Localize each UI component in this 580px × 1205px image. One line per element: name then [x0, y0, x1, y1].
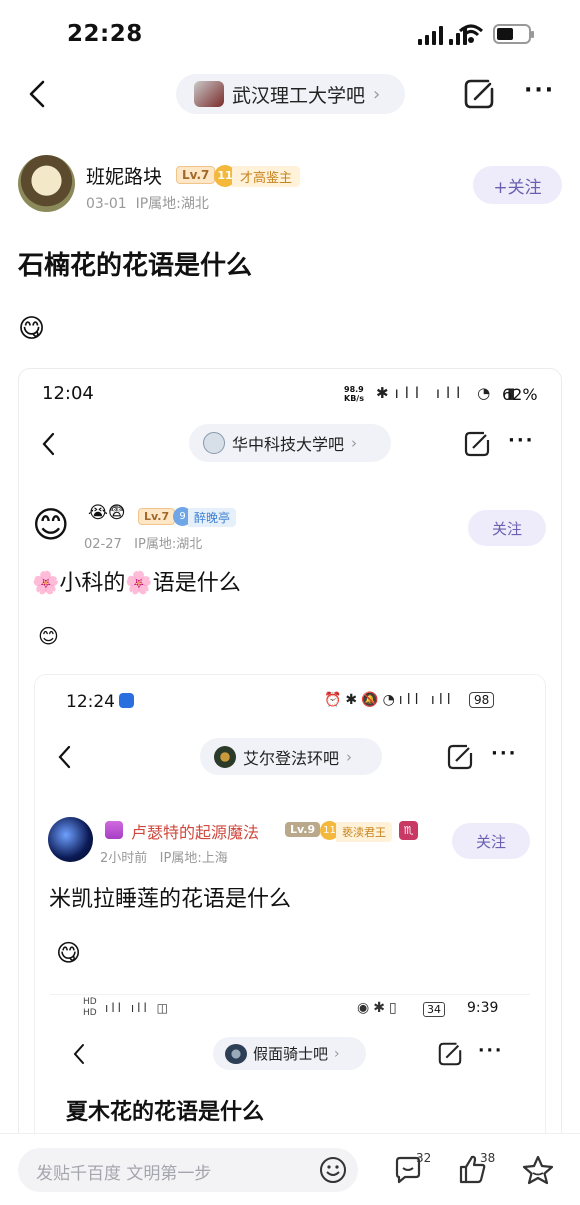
- inner2-meta: 2小时前 IP属地:上海: [100, 851, 228, 866]
- inner3-status-icons: ◉✱▯: [357, 1000, 401, 1016]
- inner2-app-icon: [119, 693, 134, 708]
- inner2-author-name: 卢瑟特的起源魔法: [131, 823, 260, 842]
- inner2-vip-icon: [105, 821, 123, 839]
- comment-count: 32: [416, 1151, 432, 1165]
- inner2-follow-button: 关注: [452, 823, 530, 859]
- inner2-emoji: 😋: [56, 939, 82, 967]
- inner2-more-icon: ···: [491, 743, 518, 764]
- star-favorite-icon[interactable]: [522, 1155, 554, 1185]
- inner2-chevron-icon: ›: [346, 747, 353, 766]
- inner2-time: 12:24: [66, 692, 115, 712]
- inner2-level-badge: Lv.9: [285, 822, 321, 837]
- inner3-battery: 34: [423, 1002, 445, 1017]
- author-name[interactable]: 班妮路块: [86, 162, 162, 189]
- inner2-avatar: [48, 817, 93, 862]
- inner2-back-icon: [58, 745, 71, 769]
- inner1-time: 12:04: [42, 383, 94, 404]
- level-badge: Lv.7: [176, 166, 216, 184]
- inner2-battery: 98: [469, 692, 495, 708]
- inner1-share-icon: [464, 431, 490, 457]
- inner3-forum-pill: 假面骑士吧 ›: [213, 1037, 366, 1070]
- inner1-avatar: 😊: [32, 505, 70, 546]
- forum-name: 武汉理工大学吧: [232, 84, 366, 107]
- inner1-forum-name: 华中科技大学吧: [232, 435, 345, 454]
- inner1-net-speed: 98.9 KB/s: [344, 385, 364, 403]
- inner1-author-emojis: 😭😨: [88, 503, 126, 523]
- inner3-share-icon: [438, 1042, 462, 1066]
- inner3-more-icon: ···: [478, 1041, 504, 1061]
- inner2-medal-label: 亵渎君王: [336, 822, 392, 842]
- inner3-forum-logo-icon: [225, 1043, 247, 1064]
- status-bar: 22:28: [0, 0, 580, 66]
- follow-button[interactable]: +关注: [473, 166, 562, 204]
- inner2-status-icons: ⏰✱🔕◔ıll ıll: [324, 692, 455, 708]
- post-emoji: 😋: [18, 314, 46, 344]
- inner1-title: 🌸小科的🌸语是什么: [32, 571, 241, 596]
- inner2-forum-pill: 艾尔登法环吧 ›: [200, 738, 382, 775]
- forum-pill[interactable]: 武汉理工大学吧 ›: [176, 74, 405, 114]
- post-meta: 03-01 IP属地:湖北: [86, 196, 209, 212]
- more-icon[interactable]: ···: [524, 78, 555, 103]
- inner1-more-icon: ···: [508, 430, 535, 451]
- battery-icon: [493, 24, 534, 44]
- inner3-forum-name: 假面骑士吧: [253, 1045, 329, 1063]
- inner3-title: 夏木花的花语是什么: [66, 1100, 265, 1125]
- inner1-forum-pill: 华中科技大学吧 ›: [189, 424, 391, 462]
- chevron-right-icon: ›: [373, 83, 381, 105]
- inner2-forum-name: 艾尔登法环吧: [243, 748, 340, 768]
- inner1-back-icon: [42, 432, 55, 456]
- medal-label: 才高鉴主: [232, 166, 301, 187]
- inner1-follow-button: 关注: [468, 510, 546, 546]
- wifi-icon: [458, 24, 484, 43]
- inner1-level-badge: Lv.7: [138, 508, 176, 525]
- avatar[interactable]: [18, 155, 75, 212]
- inner1-status-icons: ✱ıll ıll ◔ ▮: [376, 384, 522, 402]
- inner2-share-icon: [447, 744, 473, 770]
- inner1-forum-logo-icon: [203, 432, 225, 454]
- inner3-chevron-icon: ›: [334, 1045, 340, 1062]
- forum-logo-icon: [194, 81, 224, 107]
- post-title: 石楠花的花语是什么: [18, 251, 253, 281]
- back-icon[interactable]: [28, 80, 46, 108]
- inner1-battery: 62%: [502, 385, 538, 404]
- comment-placeholder: 发贴千百度 文明第一步: [36, 1164, 212, 1184]
- inner1-meta: 02-27 IP属地:湖北: [84, 537, 203, 552]
- like-count: 38: [480, 1151, 496, 1165]
- inner1-medal-label: 醉晚亭: [188, 508, 237, 527]
- inner3-back-icon: [73, 1044, 84, 1064]
- share-edit-icon[interactable]: [463, 77, 497, 109]
- inner1-emoji: 😊: [38, 624, 59, 648]
- inner1-chevron-icon: ›: [351, 434, 358, 452]
- emoji-icon[interactable]: [319, 1156, 347, 1184]
- inner2-forum-logo-icon: [214, 745, 236, 768]
- inner2-extra-badge-icon: ♏: [399, 821, 418, 840]
- status-time: 22:28: [67, 21, 143, 47]
- inner3-time: 9:39: [467, 1000, 499, 1016]
- inner3-hd-icon: HD HD: [83, 997, 97, 1018]
- inner2-title: 米凯拉睡莲的花语是什么: [49, 887, 292, 912]
- comment-input[interactable]: 发贴千百度 文明第一步: [18, 1148, 358, 1192]
- inner3-signal-icons: ıll ıll ◫: [105, 1001, 171, 1015]
